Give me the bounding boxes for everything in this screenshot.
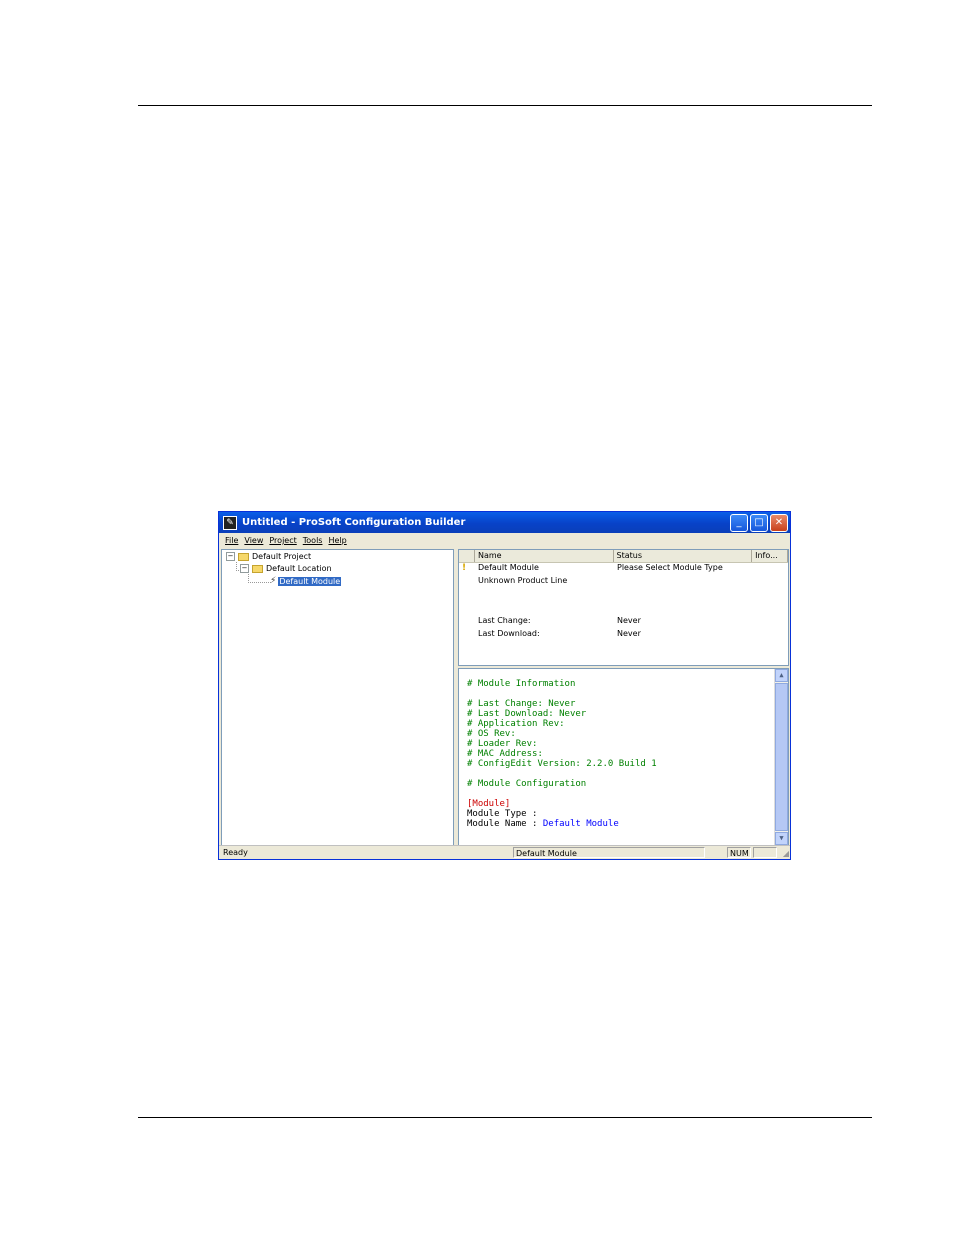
menu-help[interactable]: Help [328, 536, 346, 545]
status-module: Default Module [513, 847, 705, 858]
code-line: # Last Change: Never [467, 699, 576, 709]
menu-bar: File View Project Tools Help [219, 533, 790, 548]
status-num: NUM [727, 847, 751, 858]
menu-file[interactable]: File [225, 536, 238, 545]
tree-label-module: Default Module [278, 576, 342, 586]
list-item[interactable]: Unknown Product Line [478, 576, 567, 585]
header-icon-col[interactable] [459, 550, 475, 562]
code-line: # MAC Address: [467, 749, 543, 759]
list-item: Last Change: [478, 616, 531, 625]
module-list[interactable]: Name Status Info... ! Default Module Ple… [458, 549, 789, 666]
module-wand-icon: ⚡ [270, 576, 277, 586]
code-line: # Module Information [467, 679, 576, 689]
tree-node-module[interactable]: ⚡ Default Module [270, 576, 342, 586]
code-line: # ConfigEdit Version: 2.2.0 Build 1 [467, 759, 657, 769]
close-button[interactable]: ✕ [770, 514, 788, 532]
list-item-status: Never [617, 629, 641, 638]
code-key: Module Name : [467, 819, 538, 829]
folder-icon [238, 552, 249, 561]
tree-node-location[interactable]: − Default Location [240, 564, 332, 573]
code-value: Default Module [542, 819, 619, 829]
column-header-name[interactable]: Name [475, 550, 614, 562]
code-line: Module Name : Default Module [467, 819, 619, 829]
code-line: # OS Rev: [467, 729, 516, 739]
minimize-button[interactable]: _ [730, 514, 748, 532]
code-line: # Module Configuration [467, 779, 587, 789]
vertical-scrollbar[interactable]: ▲ ▼ [774, 669, 788, 845]
column-header-status[interactable]: Status [614, 550, 753, 562]
scroll-thumb[interactable] [775, 683, 788, 831]
status-ready: Ready [223, 848, 248, 857]
resize-grip-icon[interactable]: ◢ [783, 849, 789, 858]
scroll-up-icon[interactable]: ▲ [775, 669, 788, 682]
status-blank [753, 847, 777, 858]
project-tree[interactable]: − Default Project − Default Location ⚡ D… [221, 549, 454, 846]
footer-rule [138, 1117, 872, 1118]
config-text-view[interactable]: # Module Information # Last Change: Neve… [458, 668, 789, 846]
menu-view[interactable]: View [244, 536, 263, 545]
maximize-button[interactable]: □ [750, 514, 768, 532]
header-rule [138, 105, 872, 106]
menu-project[interactable]: Project [269, 536, 296, 545]
list-item[interactable]: Default Module [478, 563, 539, 572]
collapse-icon[interactable]: − [240, 564, 249, 573]
collapse-icon[interactable]: − [226, 552, 235, 561]
list-item-status: Please Select Module Type [617, 563, 723, 572]
scroll-down-icon[interactable]: ▼ [775, 832, 788, 845]
tree-connector [248, 574, 271, 583]
warning-icon: ! [462, 563, 467, 573]
code-key: Module Type : [467, 809, 538, 819]
app-icon[interactable]: ✎ [223, 515, 237, 530]
tree-label-location: Default Location [266, 564, 332, 573]
code-line: # Application Rev: [467, 719, 565, 729]
list-item-status: Never [617, 616, 641, 625]
location-folder-icon [252, 564, 263, 573]
tree-node-project[interactable]: − Default Project [226, 552, 311, 561]
menu-tools[interactable]: Tools [303, 536, 323, 545]
tree-label-project: Default Project [252, 552, 312, 561]
window-title: Untitled - ProSoft Configuration Builder [242, 517, 466, 528]
code-section: [Module] [467, 799, 511, 809]
list-item: Last Download: [478, 629, 540, 638]
app-window: ✎ Untitled - ProSoft Configuration Build… [218, 511, 791, 860]
code-line: # Last Download: Never [467, 709, 587, 719]
code-line: # Loader Rev: [467, 739, 538, 749]
column-header-info[interactable]: Info... [752, 550, 788, 562]
title-bar[interactable]: ✎ Untitled - ProSoft Configuration Build… [219, 512, 790, 533]
status-bar: Ready Default Module NUM ◢ [219, 845, 790, 859]
list-header: Name Status Info... [459, 550, 788, 563]
